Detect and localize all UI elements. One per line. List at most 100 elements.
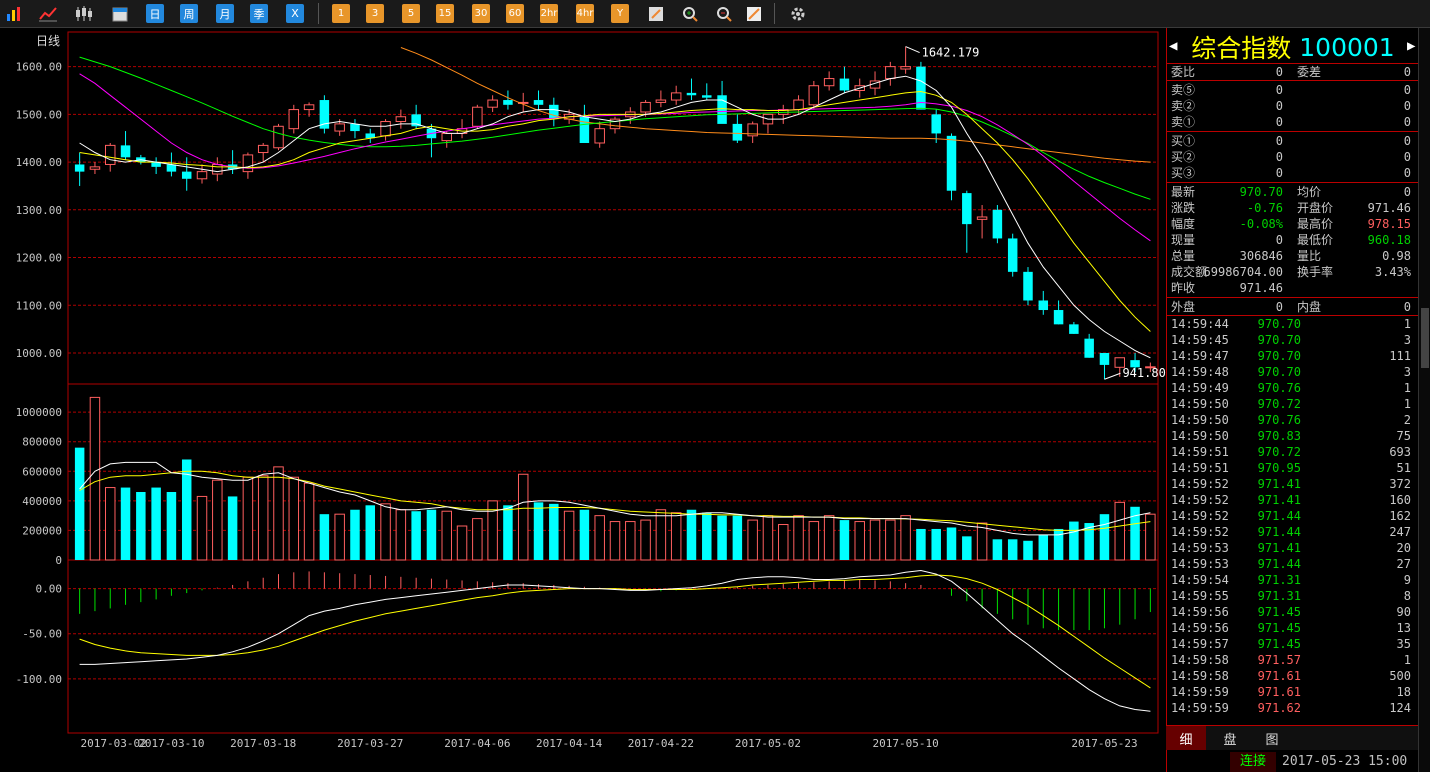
- label: 昨收: [1171, 281, 1196, 295]
- candle-body: [823, 78, 835, 87]
- volume-bar: [655, 509, 667, 561]
- ma20-line: [79, 73, 1151, 242]
- minute-30-button[interactable]: 30: [472, 4, 490, 23]
- minute-3-button[interactable]: 3: [366, 4, 384, 23]
- candle-body: [885, 66, 896, 80]
- candle-body: [1084, 338, 1094, 358]
- line-chart-icon[interactable]: [38, 4, 58, 23]
- hour-4-button[interactable]: 4hr: [576, 4, 594, 23]
- tab-book[interactable]: 盘: [1210, 726, 1250, 750]
- candle-body: [670, 92, 682, 101]
- volume-bar: [1038, 534, 1049, 560]
- minute-5-button[interactable]: 5: [402, 4, 420, 23]
- tick-scrollbar[interactable]: [1418, 28, 1430, 772]
- buy-level-row: 买③ 0 0: [1171, 165, 1415, 181]
- next-stock-icon[interactable]: ▶: [1407, 38, 1415, 54]
- tick-price: 971.41: [1257, 477, 1301, 491]
- minute-1-button[interactable]: 1: [332, 4, 350, 23]
- minute-60-button[interactable]: 60: [506, 4, 524, 23]
- ma60-line: [400, 47, 1151, 163]
- date-tick-label: 2017-04-06: [444, 737, 510, 750]
- minute-15-button[interactable]: 15: [436, 4, 454, 23]
- year-button[interactable]: Y: [611, 4, 629, 23]
- tab-chart[interactable]: 图: [1252, 726, 1292, 750]
- label: 买①: [1171, 134, 1196, 148]
- label: 总量: [1171, 249, 1196, 263]
- volume-bar: [869, 519, 881, 561]
- candle-icon[interactable]: [74, 4, 94, 23]
- tick-price: 971.45: [1257, 621, 1301, 635]
- volume-bar: [104, 487, 116, 561]
- tick-row: 14:59:59 971.62 124: [1171, 700, 1415, 716]
- hour-2-button[interactable]: 2hr: [540, 4, 558, 23]
- tick-row: 14:59:52 971.44 247: [1171, 524, 1415, 540]
- value: 978.15: [1367, 217, 1411, 231]
- volume-bar: [808, 521, 820, 561]
- tick-row: 14:59:54 971.31 9: [1171, 572, 1415, 588]
- candle-body: [962, 193, 972, 225]
- tick-time: 14:59:51: [1171, 445, 1229, 459]
- tick-row: 14:59:58 971.57 1: [1171, 652, 1415, 668]
- tick-row: 14:59:51 970.95 51: [1171, 460, 1415, 476]
- volume: 0: [1403, 115, 1411, 129]
- volume-bar: [1007, 539, 1018, 560]
- date-tick-label: 2017-04-14: [536, 737, 603, 750]
- candle-body: [594, 128, 605, 144]
- tick-price: 970.95: [1257, 461, 1301, 475]
- tick-price: 971.41: [1257, 493, 1301, 507]
- draw-icon[interactable]: [744, 4, 764, 23]
- value: 69986704.00: [1203, 265, 1283, 279]
- tick-time: 14:59:53: [1171, 541, 1229, 555]
- price-tick-label: 1600.00: [16, 61, 62, 74]
- volume-bar: [74, 447, 85, 560]
- tick-volume: 111: [1389, 349, 1411, 363]
- bar-chart-icon[interactable]: [4, 4, 24, 23]
- volume-bar: [456, 525, 468, 561]
- volume-bar: [120, 487, 131, 560]
- date-tick-label: 2017-03-27: [337, 737, 403, 750]
- macd-pane-frame: [67, 559, 1159, 734]
- tab-detail[interactable]: 细: [1166, 726, 1206, 750]
- period-quarter-button[interactable]: 季: [250, 4, 268, 23]
- period-x-button[interactable]: X: [286, 4, 304, 23]
- zoom-out-icon[interactable]: [714, 4, 734, 23]
- label: 量比: [1297, 249, 1322, 263]
- tick-row: 14:59:58 971.61 500: [1171, 668, 1415, 684]
- tick-time: 14:59:47: [1171, 349, 1229, 363]
- kline-chart[interactable]: 日线 1600.00 1500.00 1400.00 1300.00 1200.00 110…: [0, 28, 1166, 772]
- tick-volume: 372: [1389, 477, 1411, 491]
- volume-bar: [717, 515, 727, 560]
- zoom-in-icon[interactable]: [680, 4, 700, 23]
- volume-bar: [702, 512, 712, 560]
- connection-status[interactable]: 连接: [1230, 752, 1276, 772]
- volume-bar: [319, 514, 330, 560]
- tick-price: 971.44: [1257, 557, 1301, 571]
- period-month-button[interactable]: 月: [216, 4, 234, 23]
- scrollbar-thumb[interactable]: [1421, 308, 1429, 368]
- price: 0: [1275, 99, 1283, 113]
- tick-price: 970.72: [1257, 397, 1301, 411]
- period-week-button[interactable]: 周: [180, 4, 198, 23]
- edit-icon[interactable]: [646, 4, 666, 23]
- date-tick-label: 2017-03-10: [138, 737, 204, 750]
- label: 外盘: [1171, 300, 1196, 314]
- tick-row: 14:59:53 971.44 27: [1171, 556, 1415, 572]
- volume-bar: [136, 492, 146, 560]
- calendar-icon[interactable]: [110, 4, 130, 23]
- volume-bar: [151, 487, 161, 560]
- gear-icon[interactable]: [788, 4, 808, 23]
- tick-volume: 693: [1389, 445, 1411, 459]
- candle-body: [655, 99, 667, 103]
- tick-volume: 1: [1403, 653, 1411, 667]
- tick-volume: 500: [1389, 669, 1411, 683]
- value: 0: [1275, 300, 1283, 314]
- period-day-button[interactable]: 日: [146, 4, 164, 23]
- candle-body: [120, 145, 131, 158]
- volume-tick-label: 600000: [22, 465, 62, 478]
- candle-body: [181, 171, 192, 179]
- macd-tick-label: 0.00: [36, 583, 63, 596]
- tick-time: 14:59:52: [1171, 525, 1229, 539]
- sell-level-row: 卖① 0 0: [1171, 114, 1415, 130]
- value: 3.43%: [1374, 265, 1411, 279]
- value: 971.46: [1239, 281, 1283, 295]
